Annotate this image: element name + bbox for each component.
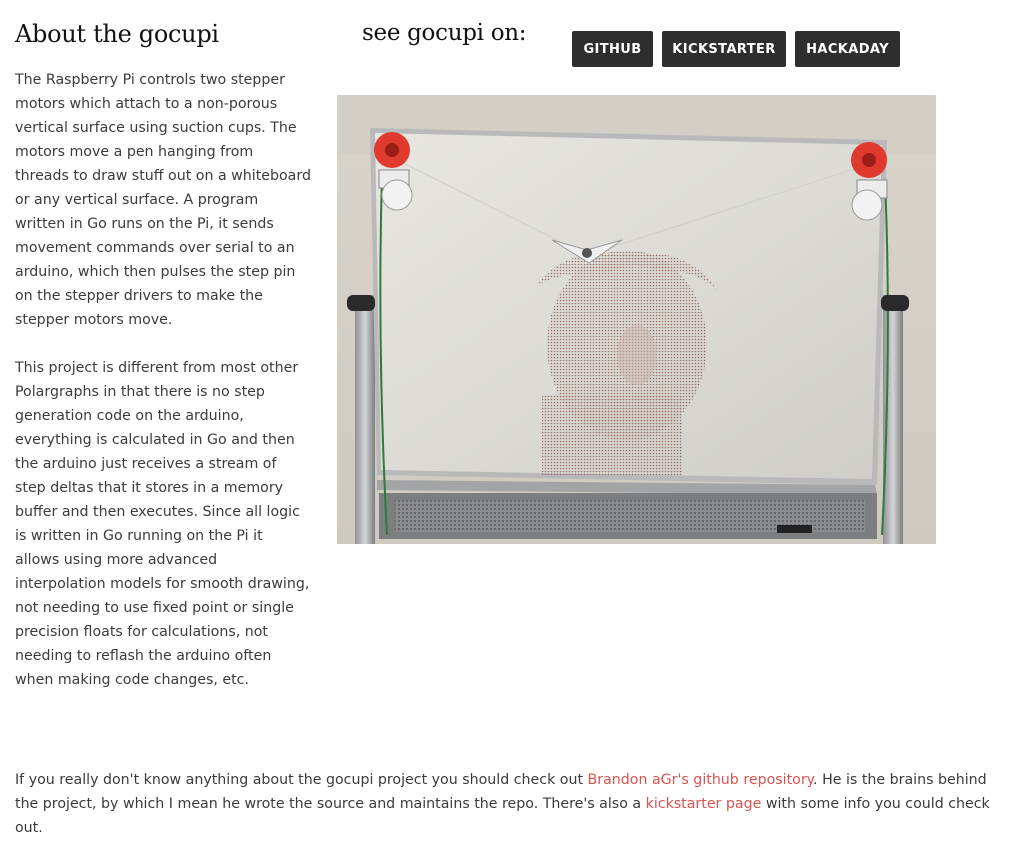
kickstarter-button[interactable]: KICKSTARTER [662,31,786,67]
link-button-row: GITHUB KICKSTARTER HACKADAY [572,31,900,67]
whiteboard-drawing-image [337,95,936,544]
about-paragraph-2: This project is different from most othe… [15,360,310,688]
about-title: About the gocupi [15,20,219,48]
github-button[interactable]: GITHUB [572,31,653,67]
github-repo-link[interactable]: Brandon aGr's github repository [588,772,814,788]
hackaday-button[interactable]: HACKADAY [795,31,900,67]
kickstarter-page-link[interactable]: kickstarter page [646,796,762,812]
gocupi-photo [337,95,936,544]
about-description: The Raspberry Pi controls two stepper mo… [15,68,311,692]
see-gocupi-title: see gocupi on: [362,20,527,46]
footer-text-1: If you really don't know anything about … [15,772,588,788]
about-paragraph-1: The Raspberry Pi controls two stepper mo… [15,72,311,328]
footer-paragraph: If you really don't know anything about … [15,768,1000,840]
